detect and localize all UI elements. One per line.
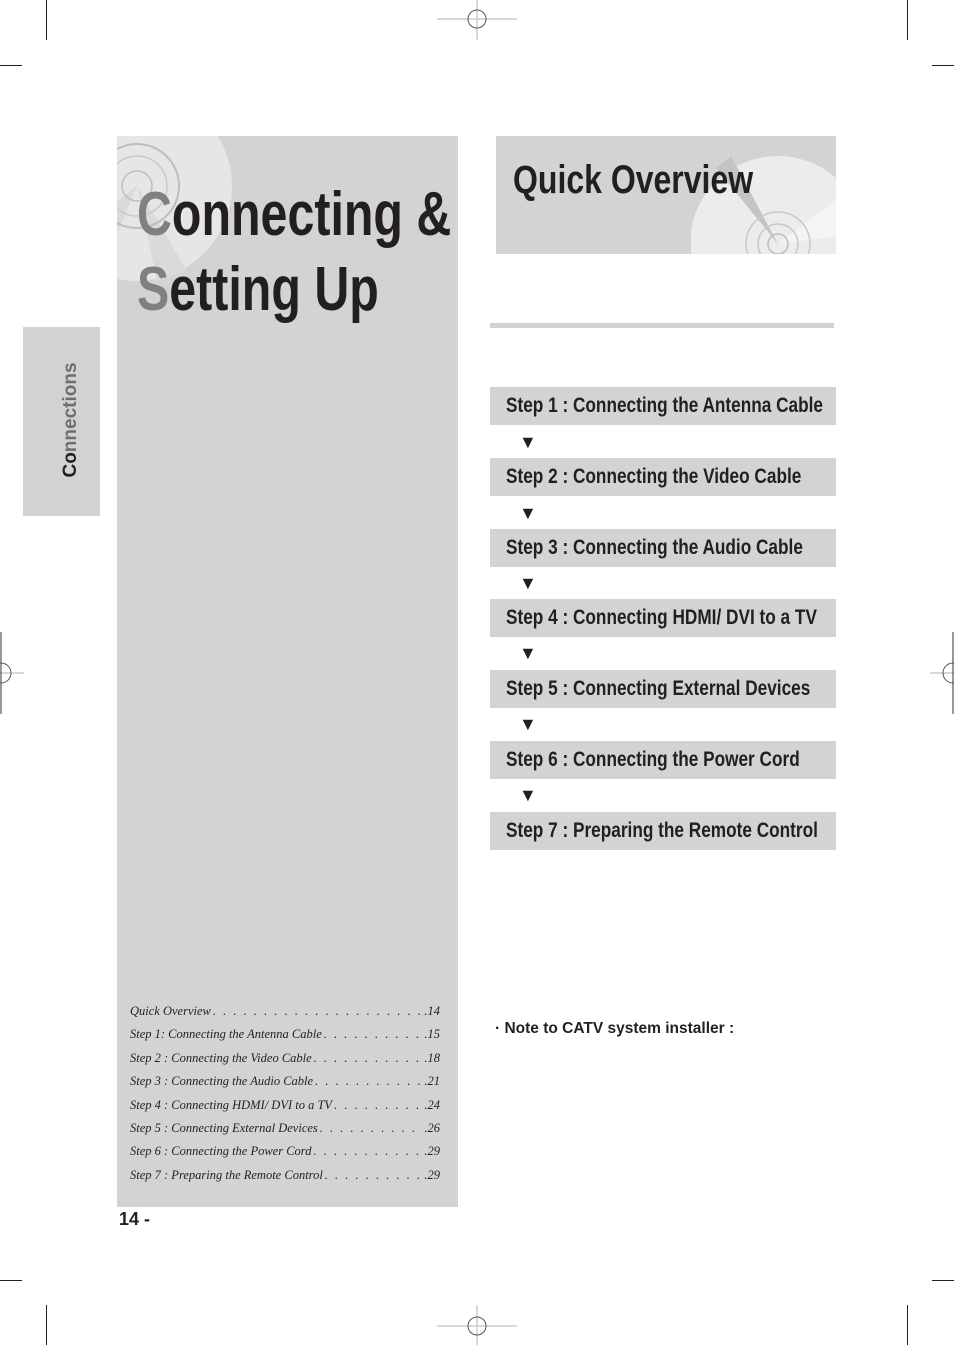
side-tab-label-rest: nnections [60,362,81,453]
toc-entry-title: Quick Overview [130,1004,211,1018]
toc-entry[interactable]: Quick Overview .14 [130,1004,440,1027]
toc-entry[interactable]: Step 2 : Connecting the Video Cable .18 [130,1051,440,1074]
chapter-title-text: etting Up [169,255,379,324]
toc-leader-dots [325,1168,423,1183]
crop-mark [932,1280,954,1281]
toc-entry[interactable]: Step 4 : Connecting HDMI/ DVI to a TV .24 [130,1098,440,1121]
registration-mark-right [930,632,954,714]
toc-entry[interactable]: Step 5 : Connecting External Devices .26 [130,1121,440,1144]
step-label: Step 2 : Connecting the Video Cable [506,465,802,488]
page-number: 14 - [119,1209,151,1229]
side-tab-label-first: Co [60,452,81,478]
down-arrow-icon: ▼ [519,643,537,663]
toc-entry-title: Step 3 : Connecting the Audio Cable [130,1074,314,1089]
toc-entry[interactable]: Step 3 : Connecting the Audio Cable .21 [130,1074,440,1097]
step-box[interactable]: Step 5 : Connecting External Devices [490,670,836,708]
crop-mark [932,65,954,66]
down-arrow-icon: ▼ [519,714,537,734]
step-box[interactable]: Step 6 : Connecting the Power Cord [490,741,836,779]
toc-leader-dots [334,1098,422,1113]
step-label: Step 1 : Connecting the Antenna Cable [506,394,824,417]
step-label: Step 5 : Connecting External Devices [506,677,811,700]
toc-entry-page: .29 [424,1144,440,1159]
toc-entry-title: Step 1: Connecting the Antenna Cable [130,1027,322,1042]
toc-entry-page: .29 [424,1167,440,1182]
crop-mark [907,0,908,40]
chapter-title-text: onnecting & [171,180,452,249]
toc-entry-page: .21 [424,1074,440,1089]
down-arrow-icon: ▼ [519,785,537,805]
section-title: Quick Overview [513,158,754,202]
toc-entry[interactable]: Step 1: Connecting the Antenna Cable .15 [130,1027,440,1050]
toc-leader-dots [314,1051,423,1066]
toc-entry-title: Step 2 : Connecting the Video Cable [130,1050,312,1065]
toc-leader-dots [313,1144,422,1159]
registration-mark-bottom [437,1305,517,1345]
chapter-panel: Connecting & Setting Up Quick Overview .1… [117,136,458,1207]
step-label: Step 6 : Connecting the Power Cord [506,748,800,771]
step-label: Step 4 : Connecting HDMI/ DVI to a TV [506,606,817,629]
step-box[interactable]: Step 1 : Connecting the Antenna Cable [490,387,836,425]
chapter-title-initial: S [137,255,170,324]
chapter-title-line-2: Setting Up [137,259,379,321]
section-side-tab: Connections [23,327,100,516]
down-arrow-icon: ▼ [519,432,537,452]
toc-entry[interactable]: Step 7 : Preparing the Remote Control .29 [130,1168,440,1191]
toc-entry-title: Step 4 : Connecting HDMI/ DVI to a TV [130,1097,333,1112]
section-header: Quick Overview [496,136,836,254]
registration-mark-left [0,632,24,714]
step-box[interactable]: Step 4 : Connecting HDMI/ DVI to a TV [490,599,836,637]
crop-mark [0,1280,22,1281]
step-box[interactable]: Step 7 : Preparing the Remote Control [490,812,836,850]
section-divider [490,323,834,328]
toc-entry-title: Step 5 : Connecting External Devices [130,1120,318,1135]
registration-mark-top [437,0,517,40]
down-arrow-icon: ▼ [519,573,537,593]
chapter-title-initial: C [137,180,172,249]
toc-entry-page: .24 [424,1097,440,1112]
down-arrow-icon: ▼ [519,503,537,523]
crop-mark [907,1305,908,1345]
toc-leader-dots [320,1121,423,1136]
toc-entry-page: .26 [424,1120,440,1135]
crop-mark [46,0,47,40]
chapter-title-line-1: Connecting & [137,184,451,246]
toc-leader-dots [324,1027,423,1042]
toc-entry-page: .14 [424,1004,440,1018]
toc-leader-dots [213,1004,423,1019]
catv-installer-note: · Note to CATV system installer : [495,1020,735,1037]
crop-mark [46,1305,47,1345]
step-box[interactable]: Step 3 : Connecting the Audio Cable [490,529,836,567]
crop-mark [0,65,22,66]
toc-entry-page: .15 [424,1027,440,1042]
toc-entry[interactable]: Step 6 : Connecting the Power Cord .29 [130,1144,440,1167]
step-box[interactable]: Step 2 : Connecting the Video Cable [490,458,836,496]
toc-entry-title: Step 7 : Preparing the Remote Control [130,1167,323,1182]
table-of-contents: Quick Overview .14 Step 1: Connecting the… [130,1004,440,1191]
step-label: Step 3 : Connecting the Audio Cable [506,536,803,559]
toc-leader-dots [315,1074,422,1089]
toc-entry-page: .18 [424,1050,440,1065]
toc-entry-title: Step 6 : Connecting the Power Cord [130,1144,312,1159]
step-label: Step 7 : Preparing the Remote Control [506,819,818,842]
